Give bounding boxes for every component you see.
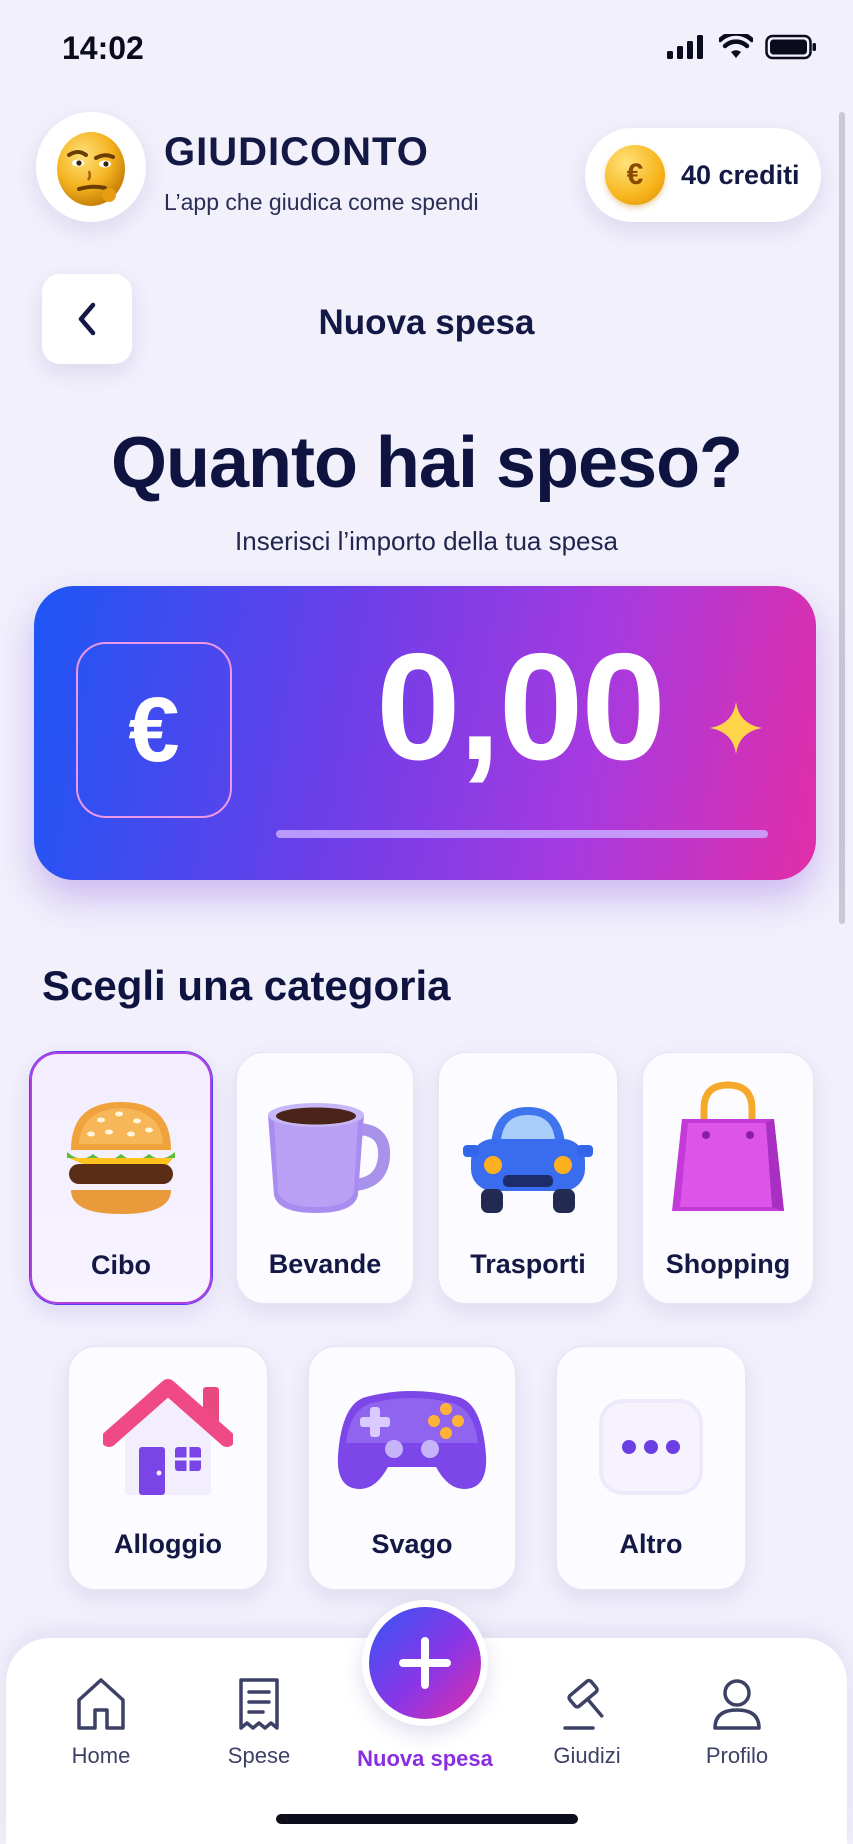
hero-title: Quanto hai speso? (110, 423, 743, 503)
currency-selector[interactable]: € (76, 642, 232, 818)
status-time: 14:02 (62, 30, 144, 66)
nav-label-active: Nuova spesa (357, 1746, 493, 1771)
more-dots-icon (599, 1399, 703, 1495)
category-label: Altro (619, 1529, 683, 1559)
category-label: Shopping (665, 1249, 791, 1279)
category-trasporti[interactable]: Trasporti (438, 1052, 618, 1304)
nav-label: Giudizi (553, 1743, 621, 1768)
battery-icon (765, 34, 816, 60)
home-icon (77, 1678, 125, 1730)
category-section-title: Scegli una categoria (42, 962, 451, 1009)
app-subtitle: L’app che giudica come spendi (164, 189, 479, 215)
category-svago[interactable]: Svago (308, 1346, 516, 1590)
amount-underline (276, 830, 768, 838)
home-indicator (276, 1814, 578, 1824)
shopping-bag-icon (672, 1081, 784, 1211)
house-icon (103, 1379, 233, 1495)
signal-icon (667, 35, 703, 59)
add-expense-button[interactable] (362, 1600, 488, 1726)
credits-badge[interactable]: € 40 crediti (585, 128, 821, 222)
nav-profilo[interactable]: Profilo (662, 1676, 812, 1769)
nav-label: Home (71, 1743, 131, 1768)
nav-label: Spese (227, 1743, 291, 1768)
category-label: Cibo (91, 1250, 151, 1280)
coffee-mug-icon (268, 1103, 390, 1213)
category-label: Bevande (268, 1249, 382, 1279)
category-alloggio[interactable]: Alloggio (68, 1346, 268, 1590)
amount-input[interactable]: 0,00 (340, 620, 700, 795)
category-label: Svago (371, 1529, 453, 1559)
sparkle-icon (710, 702, 762, 754)
category-label: Alloggio (114, 1529, 222, 1559)
app-logo (36, 112, 146, 222)
category-shopping[interactable]: Shopping (642, 1052, 814, 1304)
hero-subtitle: Inserisci l’importo della tua spesa (235, 526, 618, 556)
status-icons (667, 34, 817, 60)
gamepad-icon (337, 1391, 487, 1489)
nav-home[interactable]: Home (26, 1676, 176, 1769)
category-bevande[interactable]: Bevande (236, 1052, 414, 1304)
scrollbar[interactable] (839, 112, 845, 924)
category-cibo[interactable]: Cibo (30, 1052, 212, 1304)
credits-label: 40 crediti (681, 159, 800, 190)
coin-icon: € (605, 145, 665, 205)
nav-spese[interactable]: Spese (184, 1676, 334, 1769)
fab-inner (369, 1607, 481, 1719)
nav-label: Profilo (705, 1743, 769, 1768)
plus-icon (399, 1637, 451, 1689)
nav-nuova-spesa[interactable]: Nuova spesa (350, 1740, 500, 1772)
category-label: Trasporti (470, 1249, 586, 1279)
receipt-icon (239, 1678, 279, 1730)
app-title: GIUDICONTO (164, 130, 429, 174)
wifi-icon (719, 34, 753, 58)
gavel-icon (563, 1678, 604, 1730)
nav-giudizi[interactable]: Giudizi (512, 1676, 662, 1769)
category-altro[interactable]: Altro (556, 1346, 746, 1590)
skeptical-emoji-icon (57, 132, 125, 206)
car-icon (463, 1107, 593, 1213)
page-title: Nuova spesa (318, 303, 535, 342)
burger-icon (67, 1102, 175, 1214)
user-icon (713, 1679, 761, 1730)
